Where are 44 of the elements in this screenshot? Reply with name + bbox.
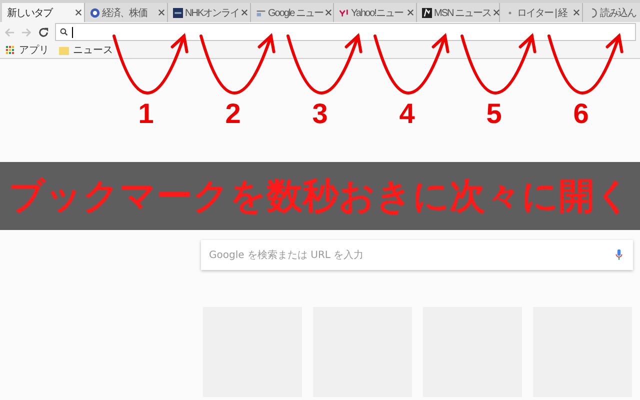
search-icon: [60, 28, 68, 36]
search-field[interactable]: Google を検索または URL を入力: [201, 240, 633, 270]
site-icon: [173, 8, 183, 18]
close-icon[interactable]: [493, 9, 500, 16]
tab-title: ロイター | 経: [517, 6, 568, 20]
tab-title: NHKオンライ: [185, 6, 240, 20]
apps-grid-icon: [6, 46, 15, 54]
tab-title: Yahoo!ニュー: [351, 6, 404, 20]
close-icon[interactable]: [573, 9, 580, 16]
caption-banner: ブックマークを数秒おきに次々に開く: [0, 162, 640, 230]
reload-icon[interactable]: [38, 26, 49, 38]
site-icon: [339, 8, 349, 18]
close-icon[interactable]: [407, 9, 414, 16]
step-number: 6: [572, 100, 590, 128]
close-icon[interactable]: [241, 9, 248, 16]
tab-title: 新しいタブ: [7, 6, 54, 20]
browser-tab[interactable]: NHKオンライ: [168, 3, 251, 22]
bookmark-item[interactable]: ニュース: [59, 43, 113, 57]
news-icon: [256, 8, 266, 18]
step-number: 2: [224, 100, 242, 128]
browser-tab[interactable]: 新しいタブ: [2, 3, 85, 22]
tab-title: 読み込ん: [600, 6, 638, 20]
browser-tab[interactable]: 経済、株価: [85, 3, 168, 22]
microphone-icon[interactable]: [615, 249, 623, 261]
close-icon[interactable]: [325, 9, 332, 16]
close-icon[interactable]: [75, 9, 82, 16]
browser-tab[interactable]: Yahoo!ニュー: [334, 3, 417, 22]
browser-tab[interactable]: MSN ニュース: [417, 3, 500, 22]
globe-icon: [90, 8, 100, 18]
bookmark-item[interactable]: アプリ: [6, 43, 49, 57]
step-number: 4: [398, 100, 416, 128]
step-number: 3: [311, 100, 329, 128]
folder-icon: [59, 46, 69, 54]
tab-title: 経済、株価: [102, 6, 148, 20]
browser-tab[interactable]: ロイター | 経: [500, 3, 583, 22]
site-icon: [422, 8, 432, 18]
browser-tab[interactable]: Google ニュー: [251, 3, 334, 22]
tab-title: MSN ニュース: [434, 6, 491, 20]
step-number: 1: [137, 100, 155, 128]
browser-tab[interactable]: 読み込ん: [583, 3, 640, 22]
tab-title: Google ニュー: [268, 6, 324, 20]
close-icon[interactable]: [158, 9, 165, 16]
address-bar[interactable]: [55, 23, 636, 41]
step-number: 5: [485, 100, 503, 128]
